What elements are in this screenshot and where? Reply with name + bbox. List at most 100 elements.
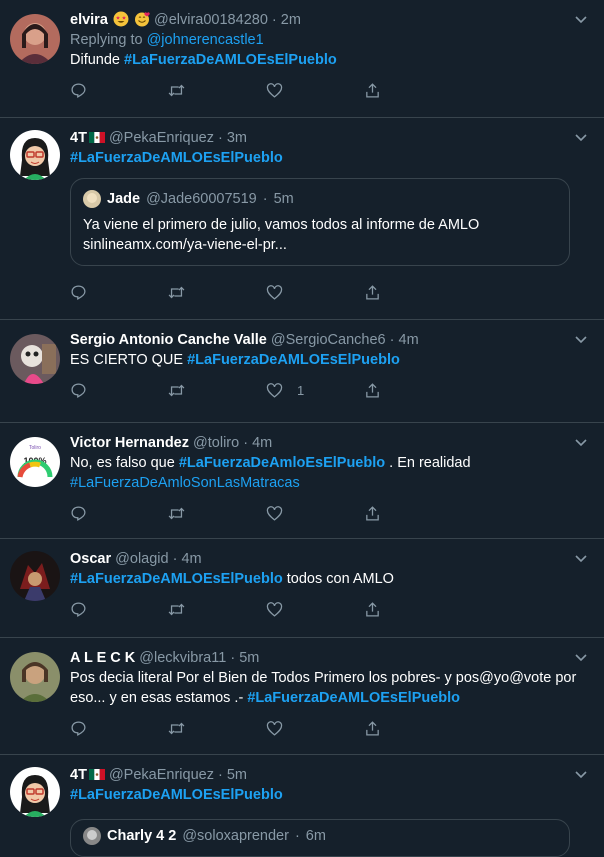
hashtag-link[interactable]: #LaFuerzaDeAMLOEsElPueblo xyxy=(70,787,283,803)
quoted-link[interactable]: sinlineamx.com/ya-viene-el-pr... xyxy=(83,235,557,255)
reply-button[interactable] xyxy=(70,382,168,399)
avatar[interactable] xyxy=(10,334,60,384)
retweet-button[interactable] xyxy=(168,82,266,99)
display-name[interactable]: Victor Hernandez xyxy=(70,435,189,451)
handle[interactable]: @PekaEnriquez xyxy=(109,767,214,783)
like-button[interactable] xyxy=(266,601,364,618)
display-name[interactable]: elvira xyxy=(70,12,108,28)
avatar[interactable] xyxy=(10,767,60,817)
chevron-down-icon[interactable] xyxy=(574,130,588,144)
hashtag-link[interactable]: #LaFuerzaDeAMLOEsElPueblo xyxy=(187,352,400,368)
display-name[interactable]: Sergio Antonio Canche Valle xyxy=(70,332,267,348)
tweet[interactable]: 4T @PekaEnriquez · 3m #LaFuerzaDeAMLOEsE… xyxy=(0,118,604,320)
share-button[interactable] xyxy=(364,382,462,399)
retweet-button[interactable] xyxy=(168,284,266,301)
handle[interactable]: @elvira00184280 xyxy=(154,12,268,28)
tweet-actions: 1 xyxy=(70,370,588,410)
share-button[interactable] xyxy=(364,82,462,99)
like-button[interactable]: 1 xyxy=(266,382,364,399)
tweet[interactable]: A L E C K @leckvibra11 · 5m Pos decia li… xyxy=(0,638,604,755)
separator-dot: · xyxy=(243,435,249,451)
tweet-text: Pos decia literal Por el Bien de Todos P… xyxy=(70,668,588,708)
timestamp[interactable]: 5m xyxy=(227,767,247,783)
like-button[interactable] xyxy=(266,720,364,737)
handle[interactable]: @SergioCanche6 xyxy=(271,332,386,348)
chevron-down-icon[interactable] xyxy=(574,12,588,26)
tweet-header: Victor Hernandez @toliro · 4m xyxy=(70,433,588,453)
display-name[interactable]: A L E C K xyxy=(70,650,135,666)
hashtag-link[interactable]: #LaFuerzaDeAmloSonLasMatracas xyxy=(70,475,300,491)
handle[interactable]: @PekaEnriquez xyxy=(109,130,214,146)
chevron-down-icon[interactable] xyxy=(574,551,588,565)
reply-button[interactable] xyxy=(70,601,168,618)
quoted-text: Ya viene el primero de julio, vamos todo… xyxy=(83,217,480,233)
timestamp[interactable]: 5m xyxy=(239,650,259,666)
tweet[interactable]: Oscar @olagid · 4m #LaFuerzaDeAMLOEsElPu… xyxy=(0,539,604,638)
tweet-header: A L E C K @leckvibra11 · 5m xyxy=(70,648,588,668)
timestamp[interactable]: 4m xyxy=(181,551,201,567)
like-count: 1 xyxy=(297,382,305,398)
reply-button[interactable] xyxy=(70,720,168,737)
share-button[interactable] xyxy=(364,601,462,618)
quoted-tweet-header: Charly 4 2 @soloxaprender · 6m xyxy=(83,826,557,846)
display-name[interactable]: 4T xyxy=(70,130,87,146)
mexico-flag-icon xyxy=(88,769,105,780)
reply-button[interactable] xyxy=(70,82,168,99)
quoted-handle: @soloxaprender xyxy=(182,828,289,844)
avatar[interactable] xyxy=(10,14,60,64)
hashtag-link[interactable]: #LaFuerzaDeAMLOEsElPueblo xyxy=(70,150,283,166)
replying-to: Replying to @johnerencastle1 xyxy=(70,30,588,50)
like-button[interactable] xyxy=(266,284,364,301)
heart-icon xyxy=(266,382,283,398)
retweet-button[interactable] xyxy=(168,382,266,399)
retweet-button[interactable] xyxy=(168,505,266,522)
retweet-button[interactable] xyxy=(168,601,266,618)
display-name[interactable]: 4T xyxy=(70,767,87,783)
quoted-tweet[interactable]: Charly 4 2 @soloxaprender · 6m xyxy=(70,819,570,857)
timestamp[interactable]: 4m xyxy=(399,332,419,348)
timestamp[interactable]: 3m xyxy=(227,130,247,146)
share-button[interactable] xyxy=(364,284,462,301)
tweet[interactable]: 4T @PekaEnriquez · 5m #LaFuerzaDeAMLOEsE… xyxy=(0,755,604,857)
avatar[interactable] xyxy=(10,551,60,601)
replying-to-link[interactable]: @johnerencastle1 xyxy=(147,32,264,48)
tweet[interactable]: elvira @elvira00184280 · 2m Replying to … xyxy=(0,0,604,118)
like-button[interactable] xyxy=(266,505,364,522)
like-button[interactable] xyxy=(266,82,364,99)
timestamp[interactable]: 2m xyxy=(281,12,301,28)
chevron-down-icon[interactable] xyxy=(574,435,588,449)
tweet-header: Sergio Antonio Canche Valle @SergioCanch… xyxy=(70,330,588,350)
hashtag-link[interactable]: #LaFuerzaDeAMLOEsElPueblo xyxy=(247,690,460,706)
reply-button[interactable] xyxy=(70,284,168,301)
tweet-text-part: No, es falso que xyxy=(70,455,175,471)
share-button[interactable] xyxy=(364,505,462,522)
share-icon xyxy=(366,284,379,300)
retweet-button[interactable] xyxy=(168,720,266,737)
quoted-tweet[interactable]: Jade @Jade60007519 · 5m Ya viene el prim… xyxy=(70,178,570,266)
retweet-icon xyxy=(168,286,185,298)
handle[interactable]: @olagid xyxy=(115,551,168,567)
chevron-down-icon[interactable] xyxy=(574,767,588,781)
hashtag-link[interactable]: #LaFuerzaDeAMLOEsElPueblo xyxy=(124,52,337,68)
chevron-down-icon[interactable] xyxy=(574,332,588,346)
chevron-down-icon[interactable] xyxy=(574,650,588,664)
star-struck-emoji-icon xyxy=(112,11,129,28)
avatar[interactable] xyxy=(10,652,60,702)
handle[interactable]: @leckvibra11 xyxy=(139,650,226,666)
avatar[interactable]: Toliro 100% xyxy=(10,437,60,487)
share-icon xyxy=(366,505,379,521)
hashtag-link[interactable]: #LaFuerzaDeAMLOEsElPueblo xyxy=(70,571,283,587)
display-name[interactable]: Oscar xyxy=(70,551,111,567)
reply-button[interactable] xyxy=(70,505,168,522)
avatar[interactable] xyxy=(10,130,60,180)
tweet-header: elvira @elvira00184280 · 2m xyxy=(70,10,588,30)
quoted-timestamp: 6m xyxy=(305,828,326,844)
timestamp[interactable]: 4m xyxy=(252,435,272,451)
handle[interactable]: @toliro xyxy=(193,435,239,451)
tweet[interactable]: Toliro 100% Victor Hernandez @toliro · 4m… xyxy=(0,423,604,539)
quoted-handle: @Jade60007519 xyxy=(146,191,257,207)
share-button[interactable] xyxy=(364,720,462,737)
quoted-avatar xyxy=(83,190,101,208)
tweet[interactable]: Sergio Antonio Canche Valle @SergioCanch… xyxy=(0,320,604,423)
hashtag-link[interactable]: #LaFuerzaDeAmloEsElPueblo xyxy=(179,455,385,471)
